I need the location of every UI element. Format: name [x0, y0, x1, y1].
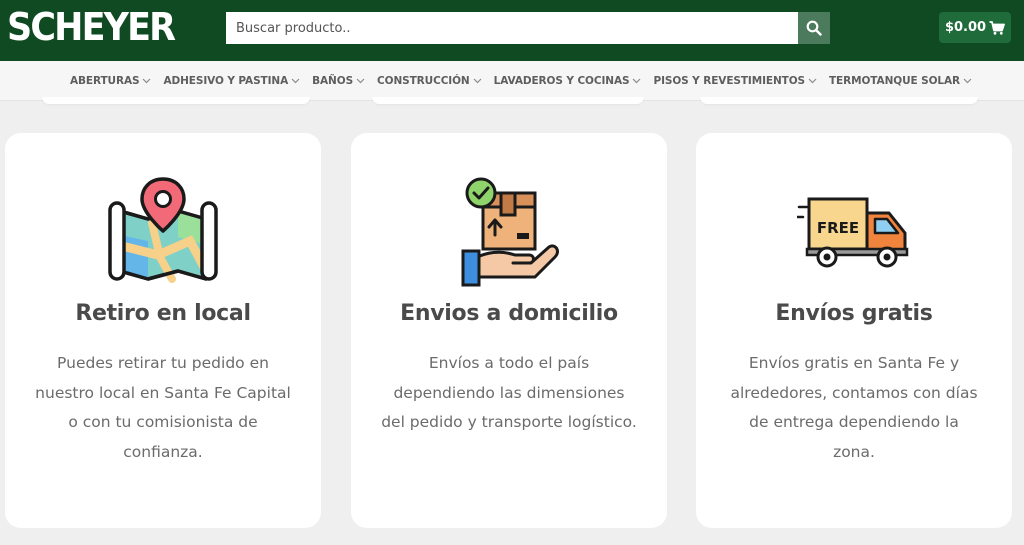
category-nav: ABERTURAS ADHESIVO Y PASTINA BAÑOS CONST…	[0, 61, 1024, 101]
nav-item-lavaderos-y-cocinas[interactable]: LAVADEROS Y COCINAS	[494, 75, 642, 87]
site-logo[interactable]: SCHEYER	[7, 6, 176, 48]
feature-card-retiro: Retiro en local Puedes retirar tu pedido…	[5, 133, 321, 528]
feature-description: Envíos a todo el país dependiendo las di…	[381, 354, 637, 431]
feature-title: Retiro en local	[75, 301, 251, 326]
chevron-down-icon	[473, 78, 482, 83]
truck-badge: FREE	[817, 219, 859, 237]
free-truck-icon: FREE	[797, 197, 909, 268]
map-pin-icon	[108, 177, 218, 283]
cart-button[interactable]: $0.00	[939, 12, 1011, 43]
cart-icon	[989, 20, 1005, 35]
search-button[interactable]	[798, 12, 830, 44]
search-input[interactable]	[226, 12, 798, 44]
chevron-down-icon	[963, 78, 972, 83]
chevron-down-icon	[356, 78, 365, 83]
nav-item-termotanque-solar[interactable]: TERMOTANQUE SOLAR	[829, 75, 972, 87]
cart-total: $0.00	[944, 20, 987, 35]
partial-card	[700, 97, 978, 104]
top-header: SCHEYER $0.00	[0, 0, 1024, 61]
partial-card	[42, 97, 310, 104]
chevron-down-icon	[291, 78, 300, 83]
feature-title: Envios a domicilio	[400, 301, 618, 326]
chevron-down-icon	[633, 78, 641, 83]
nav-item-construccion[interactable]: CONSTRUCCIÓN	[377, 75, 482, 87]
chevron-down-icon	[808, 78, 817, 83]
nav-item-aberturas[interactable]: ABERTURAS	[70, 75, 151, 87]
feature-card-envios-domicilio: Envios a domicilio Envíos a todo el país…	[351, 133, 667, 528]
search-icon	[806, 20, 822, 36]
nav-item-adhesivo-y-pastina[interactable]: ADHESIVO Y PASTINA	[163, 75, 300, 87]
nav-item-banos[interactable]: BAÑOS	[312, 75, 365, 87]
feature-card-envios-gratis: FREE Envíos gratis Envíos gratis en Sant…	[696, 133, 1012, 528]
partial-card	[372, 97, 644, 104]
nav-item-pisos-y-revestimientos[interactable]: PISOS Y REVESTIMIENTOS	[653, 75, 817, 87]
box-hand-icon	[461, 177, 559, 287]
chevron-down-icon	[143, 78, 151, 83]
search-bar	[226, 12, 830, 44]
feature-description: Puedes retirar tu pedido en nuestro loca…	[35, 354, 291, 461]
feature-title: Envíos gratis	[775, 301, 933, 326]
feature-description: Envíos gratis en Santa Fe y alrededores,…	[730, 354, 978, 461]
